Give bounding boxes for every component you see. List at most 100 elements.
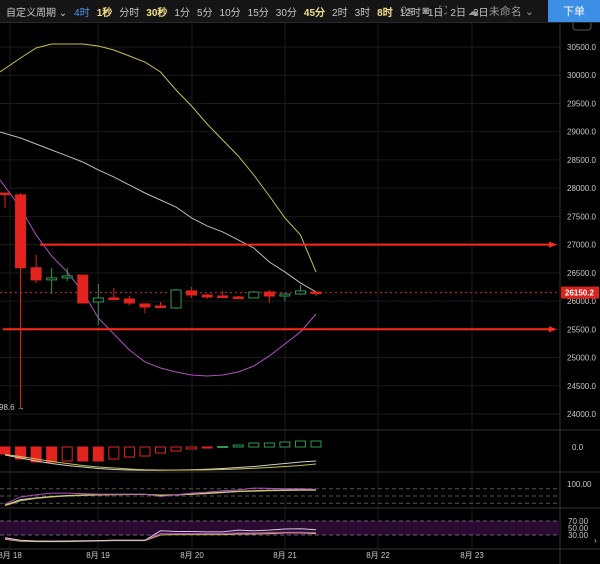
chart-canvas[interactable]: 30500.0 30000.0 29500.0 29000.0 28500.0 28000… <box>0 0 600 564</box>
candle-body <box>279 293 291 297</box>
candle <box>139 303 151 313</box>
date-tick-label: 8月 18 <box>0 551 22 560</box>
layout-name-dropdown[interactable]: 未命名 ⌄ <box>489 3 534 19</box>
price-tick-label: 29500.0 <box>567 99 596 108</box>
macd-histogram-bar <box>0 446 11 455</box>
macd-histogram-bar <box>139 446 151 457</box>
price-tick-label: 28000.0 <box>567 184 596 193</box>
price-tick-label: 30500.0 <box>567 43 596 52</box>
price-tick-label: 26500.0 <box>567 269 596 278</box>
arrow-head-icon <box>549 326 557 333</box>
macd-histogram-bar <box>217 446 229 448</box>
macd-histogram-bar <box>294 440 306 448</box>
candle-body <box>170 289 182 309</box>
candle-body <box>123 298 135 304</box>
timer-label: 0s <box>400 5 413 17</box>
candle <box>108 287 120 300</box>
candle-body <box>77 274 89 304</box>
bollinger-middle-line <box>0 131 317 293</box>
price-tick-label: 24000.0 <box>567 410 596 419</box>
candle-body <box>232 296 244 299</box>
candle-body <box>0 192 11 196</box>
candle <box>77 274 89 304</box>
period-5[interactable]: 5分 <box>197 4 213 19</box>
candle-body <box>201 294 213 298</box>
rsi-axis-label: 30.00 <box>568 531 589 540</box>
macd-histogram-bar <box>201 446 213 449</box>
period-12[interactable]: 8时 <box>377 4 393 19</box>
fullscreen-icon[interactable]: ⛶ <box>439 5 447 18</box>
candle-body <box>263 291 275 297</box>
macd-histogram-bar <box>77 446 89 462</box>
candle <box>201 294 213 299</box>
candle <box>123 295 135 306</box>
toolbar-right: 0s ◙ ⛶ ☁ 未命名 ⌄ 下单 <box>401 0 600 22</box>
macd-histogram-bar <box>279 441 291 448</box>
period-11[interactable]: 3时 <box>355 4 371 19</box>
macd-histogram-bar <box>186 446 198 450</box>
candle-body <box>186 290 198 296</box>
period-3[interactable]: 30秒 <box>146 4 167 19</box>
period-4[interactable]: 1分 <box>174 4 190 19</box>
place-order-button[interactable]: 下单 <box>548 0 600 22</box>
date-tick-label: 8月 23 <box>460 551 484 560</box>
scroll-top-button[interactable] <box>572 23 592 31</box>
price-tick-label: 28500.0 <box>567 156 596 165</box>
arrow-head-icon <box>549 241 557 248</box>
period-8[interactable]: 30分 <box>276 4 297 19</box>
candle <box>92 283 104 325</box>
candle <box>0 192 11 208</box>
price-tick-label: 29000.0 <box>567 128 596 137</box>
period-1[interactable]: 1秒 <box>97 4 113 19</box>
price-tick-label: 25500.0 <box>567 325 596 334</box>
price-tick-label: 24500.0 <box>567 382 596 391</box>
candle-body <box>217 295 229 298</box>
candle-body <box>294 290 306 295</box>
candle <box>248 290 260 299</box>
macd-histogram-bar <box>123 446 135 458</box>
candle-body <box>46 277 58 281</box>
divider <box>456 5 458 17</box>
macd-histogram-bar <box>263 442 275 448</box>
candle <box>30 254 42 284</box>
macd-histogram-bar <box>310 440 322 448</box>
macd-histogram-bar <box>155 446 166 454</box>
bollinger-upper-line <box>0 43 317 273</box>
candle-body <box>15 194 27 269</box>
price-tick-label: 30000.0 <box>567 71 596 80</box>
macd-histogram-bar <box>248 442 260 448</box>
last-price-label: 26150.2 <box>565 289 594 298</box>
period-0[interactable]: 4时 <box>74 4 90 19</box>
price-tick-label: 27000.0 <box>567 241 596 250</box>
candle <box>170 288 182 309</box>
macd-histogram-bar <box>170 446 182 452</box>
candle <box>46 267 58 295</box>
candle-body <box>310 291 322 295</box>
price-tick-label: 27500.0 <box>567 212 596 221</box>
candle <box>294 284 306 295</box>
date-tick-label: 8月 19 <box>86 551 110 560</box>
cloud-upload-icon[interactable]: ☁ <box>468 5 479 18</box>
period-2[interactable]: 分时 <box>119 4 139 19</box>
period-6[interactable]: 10分 <box>220 4 241 19</box>
macd-histogram-bar <box>92 446 104 462</box>
candle-body <box>139 303 151 308</box>
candle-body <box>108 297 120 300</box>
candle-body <box>92 297 104 303</box>
date-tick-label: 8月 20 <box>180 551 204 560</box>
macd-zero-label: 0.0 <box>572 443 584 452</box>
candle <box>310 291 322 296</box>
expand-right-icon[interactable]: › <box>594 536 597 545</box>
candle <box>217 290 229 298</box>
custom-period-dropdown[interactable]: 自定义周期 ⌄ <box>6 4 67 19</box>
macd-histogram-bar <box>108 446 120 460</box>
period-7[interactable]: 15分 <box>248 4 269 19</box>
camera-icon[interactable]: ◙ <box>422 5 429 17</box>
toolbar: 自定义周期 ⌄ 4时 1秒 分时 30秒 1分 5分 10分 15分 30分 45分 2时 3时 8时 1… <box>0 0 600 23</box>
date-tick-label: 8月 21 <box>273 551 297 560</box>
price-tick-label: 25000.0 <box>567 354 596 363</box>
candle-body <box>155 305 166 308</box>
period-10[interactable]: 2时 <box>332 4 348 19</box>
period-9[interactable]: 45分 <box>304 4 325 19</box>
candle-body <box>248 291 260 299</box>
